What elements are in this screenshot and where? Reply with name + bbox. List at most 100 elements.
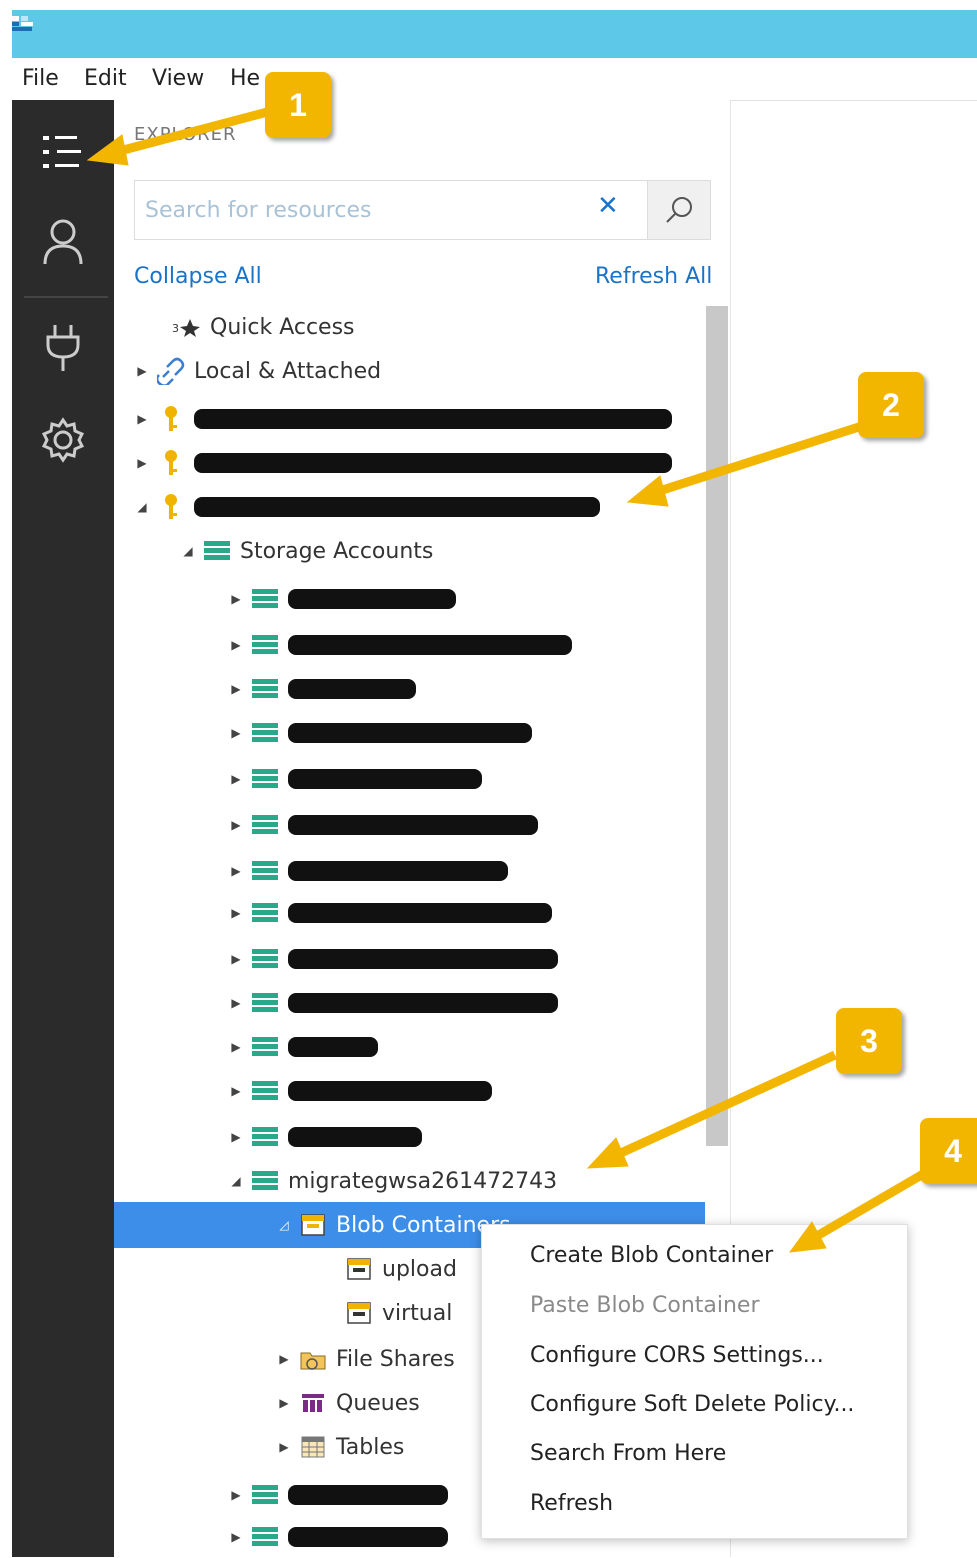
storage-icon	[248, 993, 282, 1013]
tree-item-local-attached[interactable]: ▶ Local & Attached	[130, 350, 381, 392]
expand-arrow-icon[interactable]: ▶	[224, 906, 248, 920]
tree-item-storage-account[interactable]: ▶	[224, 1070, 492, 1112]
expand-arrow-icon[interactable]: ▶	[224, 1530, 248, 1544]
account-activity-button[interactable]	[12, 202, 114, 282]
key-icon	[154, 405, 188, 433]
collapse-arrow-icon[interactable]: ◢	[130, 500, 154, 514]
tree-item-storage-account[interactable]: ▶	[224, 982, 558, 1024]
search-button[interactable]	[647, 181, 710, 239]
plug-icon	[46, 325, 80, 371]
expand-arrow-icon[interactable]: ▶	[130, 364, 154, 378]
expand-arrow-icon[interactable]: ▶	[224, 1130, 248, 1144]
storage-icon	[248, 1485, 282, 1505]
menu-item-configure-cors[interactable]: Configure CORS Settings...	[530, 1343, 824, 1368]
storage-icon	[200, 541, 234, 561]
menu-item-create-blob-container[interactable]: Create Blob Container	[530, 1243, 773, 1268]
tree-item-storage-account[interactable]: ▶	[224, 1474, 448, 1516]
tree-item-storage-account[interactable]: ▶	[224, 624, 572, 666]
explorer-activity-button[interactable]	[12, 112, 114, 192]
storage-icon	[248, 679, 282, 699]
tree-item-storage-account[interactable]: ▶	[224, 938, 558, 980]
tree-item-subscription-expanded[interactable]: ◢	[130, 486, 600, 528]
storage-icon	[248, 1527, 282, 1547]
expand-arrow-icon[interactable]: ▶	[224, 1084, 248, 1098]
redacted-text	[288, 1127, 422, 1147]
expand-arrow-icon[interactable]: ▶	[224, 1040, 248, 1054]
collapse-arrow-icon[interactable]: ◢	[224, 1174, 248, 1188]
expand-arrow-icon[interactable]: ▶	[224, 772, 248, 786]
menu-help[interactable]: He	[230, 66, 260, 91]
expand-arrow-icon[interactable]: ▶	[224, 638, 248, 652]
expand-arrow-icon[interactable]: ▶	[224, 1488, 248, 1502]
tree-item-container-upload[interactable]: upload	[342, 1248, 457, 1290]
tree-item-storage-account[interactable]: ▶	[224, 804, 538, 846]
queue-icon	[296, 1392, 330, 1414]
tree-scrollbar[interactable]	[706, 306, 728, 1146]
clear-search-icon[interactable]: ✕	[597, 191, 619, 221]
search-input[interactable]	[143, 189, 587, 231]
expand-arrow-icon[interactable]: ▶	[224, 864, 248, 878]
tree-item-storage-account[interactable]: ▶	[224, 668, 416, 710]
tree-label: migrategwsa261472743	[288, 1168, 558, 1194]
menu-edit[interactable]: Edit	[84, 66, 127, 91]
tree-item-file-shares[interactable]: ▶ File Shares	[272, 1338, 454, 1380]
tree-item-storage-account[interactable]: ▶	[224, 1026, 378, 1068]
redacted-text	[288, 815, 538, 835]
menu-item-search-from-here[interactable]: Search From Here	[530, 1441, 726, 1466]
tree-item-queues[interactable]: ▶ Queues	[272, 1382, 419, 1424]
tree-item-storage-account[interactable]: ▶	[224, 578, 456, 620]
expand-arrow-icon[interactable]: ▶	[130, 412, 154, 426]
refresh-all-link[interactable]: Refresh All	[595, 264, 712, 289]
table-icon	[296, 1436, 330, 1458]
expand-arrow-icon[interactable]: ▶	[272, 1440, 296, 1454]
storage-icon	[248, 589, 282, 609]
menu-file[interactable]: File	[22, 66, 59, 91]
tree-item-subscription[interactable]: ▶	[130, 442, 672, 484]
expand-arrow-icon[interactable]: ▶	[224, 818, 248, 832]
menu-view[interactable]: View	[152, 66, 204, 91]
redacted-text	[288, 1485, 448, 1505]
tree-item-storage-account[interactable]: ▶	[224, 758, 482, 800]
expand-arrow-icon[interactable]: ▶	[272, 1396, 296, 1410]
collapse-arrow-icon[interactable]: ◢	[176, 544, 200, 558]
settings-activity-button[interactable]	[12, 400, 114, 480]
tree-item-blob-containers[interactable]: ◿ Blob Containers	[272, 1204, 510, 1246]
collapse-arrow-icon[interactable]: ◿	[272, 1218, 296, 1232]
expand-arrow-icon[interactable]: ▶	[272, 1352, 296, 1366]
expand-arrow-icon[interactable]: ▶	[224, 726, 248, 740]
redacted-text	[288, 1037, 378, 1057]
blob-container-icon	[342, 1258, 376, 1280]
tree-item-storage-account[interactable]: ▶	[224, 1116, 422, 1158]
collapse-all-link[interactable]: Collapse All	[134, 264, 262, 289]
menu-item-refresh[interactable]: Refresh	[530, 1491, 613, 1516]
tree-item-storage-accounts[interactable]: ◢ Storage Accounts	[176, 530, 433, 572]
redacted-text	[288, 589, 456, 609]
tree-item-quick-access[interactable]: 3 Quick Access	[170, 306, 355, 348]
expand-arrow-icon[interactable]: ▶	[130, 456, 154, 470]
tree-item-storage-account[interactable]: ▶	[224, 892, 552, 934]
menu-item-configure-soft-delete[interactable]: Configure Soft Delete Policy...	[530, 1392, 854, 1417]
expand-arrow-icon[interactable]: ▶	[224, 682, 248, 696]
redacted-text	[288, 769, 482, 789]
activity-bar	[12, 100, 114, 1557]
tree-item-storage-account[interactable]: ▶	[224, 1516, 448, 1558]
explorer-list-icon	[43, 136, 81, 168]
tree-item-storage-account-migrategwsa[interactable]: ◢ migrategwsa261472743	[224, 1160, 557, 1202]
tree-item-storage-account[interactable]: ▶	[224, 712, 532, 754]
tree-item-storage-account[interactable]: ▶	[224, 850, 508, 892]
tree-label: Storage Accounts	[240, 538, 434, 564]
menu-item-paste-blob-container[interactable]: Paste Blob Container	[530, 1293, 760, 1318]
tree-item-subscription[interactable]: ▶	[130, 398, 672, 440]
tree-item-container-virtual[interactable]: virtual	[342, 1292, 452, 1334]
expand-arrow-icon[interactable]: ▶	[224, 996, 248, 1010]
key-icon	[154, 449, 188, 477]
expand-arrow-icon[interactable]: ▶	[224, 592, 248, 606]
expand-arrow-icon[interactable]: ▶	[224, 952, 248, 966]
annotation-badge-1: 1	[265, 72, 331, 138]
file-share-icon	[296, 1347, 330, 1371]
connect-activity-button[interactable]	[12, 308, 114, 388]
redacted-text	[288, 861, 508, 881]
annotation-badge-2: 2	[858, 372, 924, 438]
tree-item-tables[interactable]: ▶ Tables	[272, 1426, 404, 1468]
blob-container-icon	[342, 1302, 376, 1324]
